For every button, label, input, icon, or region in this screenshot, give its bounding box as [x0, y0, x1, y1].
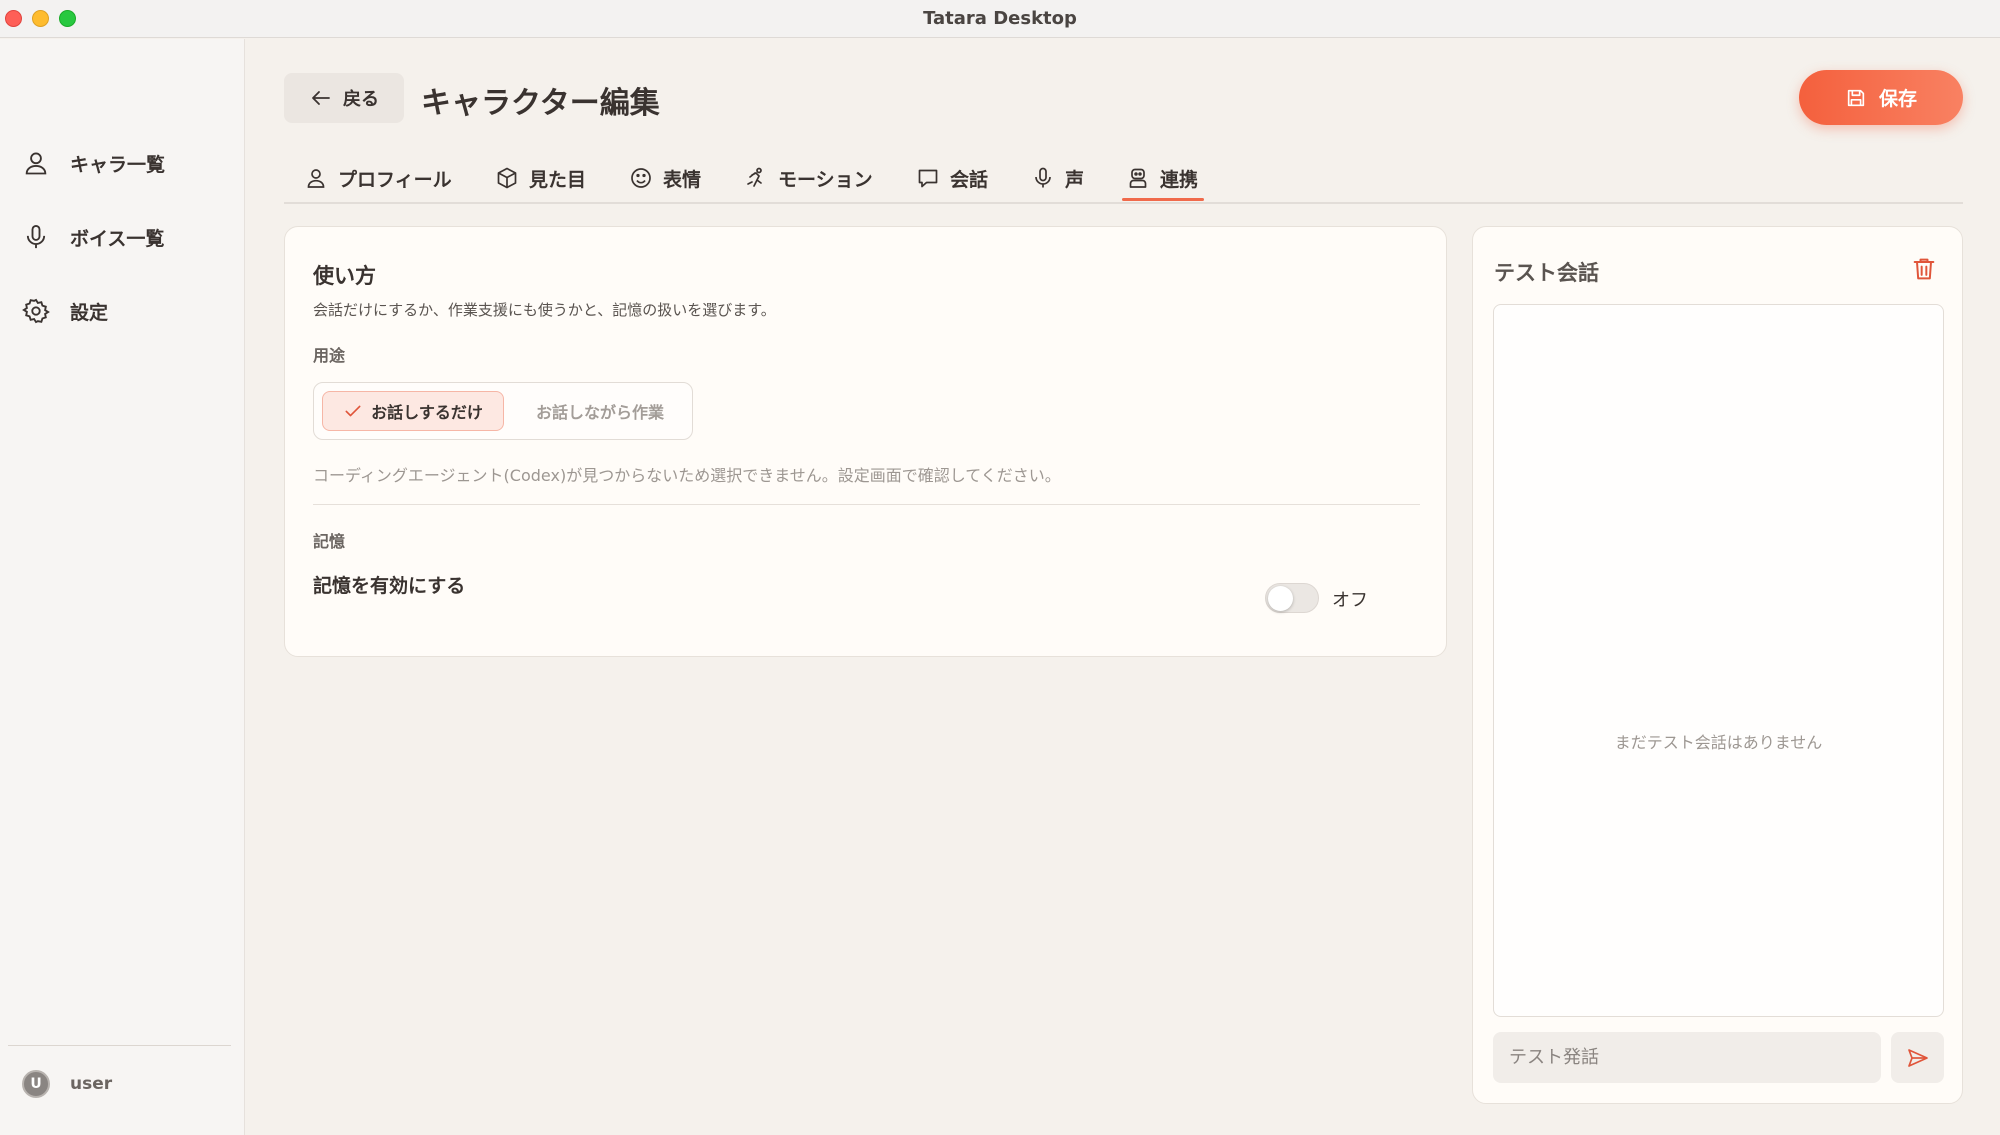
purpose-label: 用途 — [313, 346, 346, 365]
cube-icon — [497, 167, 517, 189]
sidebar-item-voices[interactable]: ボイス一覧 — [22, 217, 164, 257]
tab-profile[interactable]: プロフィール — [304, 153, 452, 203]
purpose-option-label: お話しするだけ — [371, 403, 483, 422]
sidebar-item-settings[interactable]: 設定 — [22, 291, 108, 331]
user-icon — [25, 152, 47, 175]
tab-label: 声 — [1065, 168, 1085, 191]
sidebar-item-label: 設定 — [70, 301, 109, 324]
user-name: user — [70, 1074, 113, 1094]
test-chat-panel: テスト会話 まだテスト会話はありません — [1472, 226, 1963, 1104]
codex-unavailable-note: コーディングエージェント(Codex)が見つからないため選択できません。設定画面… — [313, 466, 1061, 485]
usage-subtitle: 会話だけにするか、作業支援にも使うかと、記憶の扱いを選びます。 — [313, 301, 776, 319]
save-button-label: 保存 — [1878, 88, 1917, 110]
purpose-option-chat-only[interactable]: お話しするだけ — [322, 391, 504, 431]
test-chat-messages: まだテスト会話はありません — [1493, 304, 1944, 1017]
sidebar-item-characters[interactable]: キャラ一覧 — [22, 143, 165, 183]
tab-motion[interactable]: モーション — [744, 153, 873, 203]
test-chat-title: テスト会話 — [1494, 261, 1599, 285]
usage-card: 使い方 会話だけにするか、作業支援にも使うかと、記憶の扱いを選びます。 用途 お… — [284, 226, 1447, 657]
tab-label: 見た目 — [529, 168, 587, 191]
sidebar: キャラ一覧 ボイス一覧 設定 U user — [0, 39, 245, 1135]
tab-label: モーション — [778, 168, 873, 191]
sidebar-item-label: キャラ一覧 — [70, 153, 166, 176]
check-icon — [345, 405, 361, 417]
microphone-icon — [1035, 167, 1051, 188]
save-icon — [1847, 89, 1865, 106]
gear-icon — [22, 298, 50, 324]
tab-conversation[interactable]: 会話 — [916, 153, 988, 203]
user-account[interactable]: U user — [22, 1070, 112, 1098]
purpose-selector: お話しするだけ お話しながら作業 — [313, 382, 693, 440]
memory-toggle-state: オフ — [1332, 590, 1368, 611]
title-bar: Tatara Desktop — [0, 0, 2000, 38]
tab-label: 表情 — [663, 168, 702, 191]
sidebar-item-label: ボイス一覧 — [70, 227, 165, 250]
usage-title: 使い方 — [313, 264, 376, 288]
memory-setting-label: 記憶を有効にする — [313, 575, 466, 597]
trash-icon[interactable] — [1910, 255, 1938, 283]
section-divider — [313, 504, 1420, 505]
memory-label: 記憶 — [313, 532, 346, 551]
memory-toggle[interactable] — [1265, 583, 1319, 613]
send-button[interactable] — [1891, 1032, 1944, 1083]
active-tab-indicator — [1122, 198, 1204, 201]
motion-icon — [747, 167, 762, 187]
tab-label: 会話 — [950, 168, 989, 191]
window-title: Tatara Desktop — [923, 8, 1077, 29]
arrow-left-icon — [312, 91, 330, 105]
tab-bar: プロフィール 見た目 表情 モーション 会話 声 連携 — [284, 153, 1963, 204]
toggle-knob — [1268, 586, 1293, 611]
tab-integration[interactable]: 連携 — [1126, 153, 1198, 203]
tab-voice[interactable]: 声 — [1031, 153, 1084, 203]
purpose-option-label: お話しながら作業 — [535, 403, 664, 422]
chat-bubble-icon — [918, 169, 938, 188]
page-title: キャラクター編集 — [421, 86, 660, 121]
purpose-option-chat-and-work: お話しながら作業 — [514, 391, 686, 431]
robot-icon — [1129, 168, 1147, 188]
sidebar-divider — [8, 1045, 231, 1046]
test-message-input[interactable] — [1493, 1032, 1881, 1083]
send-icon — [1907, 1048, 1928, 1067]
smile-icon — [631, 168, 651, 188]
tab-expression[interactable]: 表情 — [629, 153, 701, 203]
back-button-label: 戻る — [343, 89, 379, 110]
avatar: U — [22, 1070, 50, 1098]
microphone-icon — [26, 224, 46, 249]
tab-appearance[interactable]: 見た目 — [495, 153, 586, 203]
empty-chat-message: まだテスト会話はありません — [1614, 733, 1823, 752]
tab-label: 連携 — [1160, 168, 1199, 191]
user-icon — [307, 169, 325, 188]
tab-label: プロフィール — [338, 168, 452, 191]
back-button[interactable]: 戻る — [284, 73, 404, 123]
save-button[interactable]: 保存 — [1799, 70, 1963, 125]
